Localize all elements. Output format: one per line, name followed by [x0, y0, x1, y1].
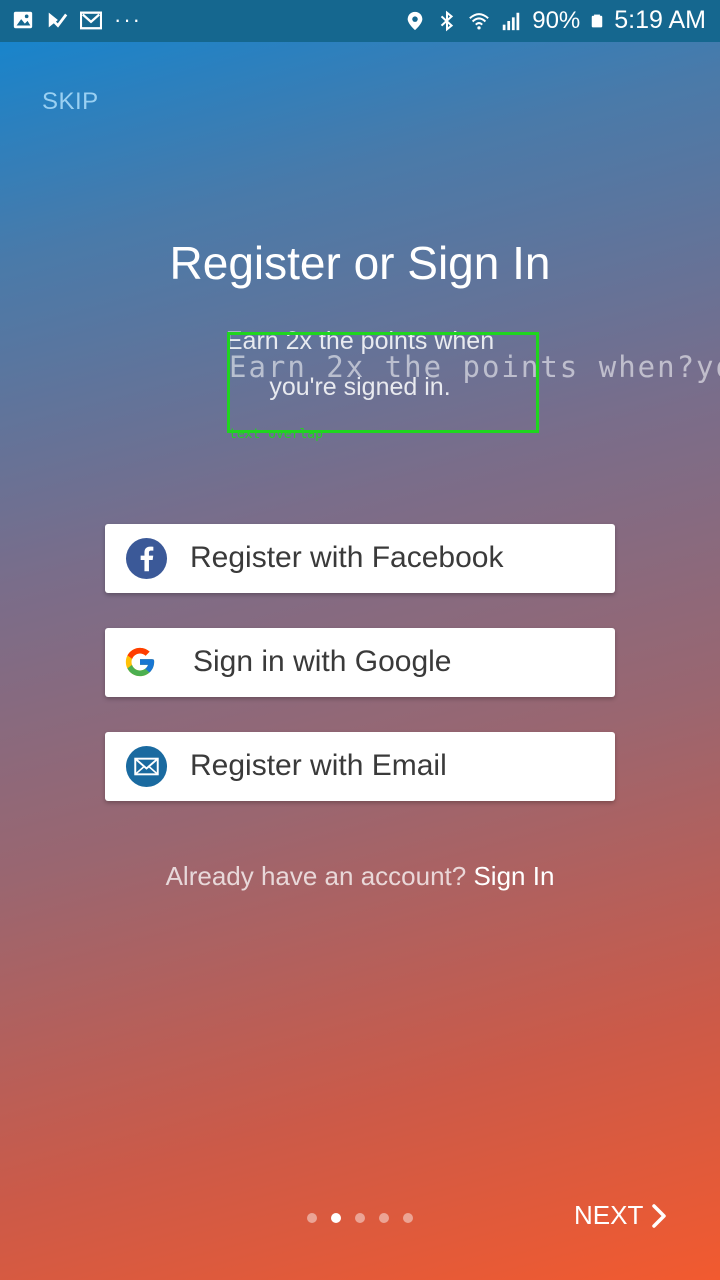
- wifi-icon: [469, 12, 490, 30]
- status-bar-right: 90% 5:19 AM: [404, 6, 706, 35]
- sign-in-google-button[interactable]: Sign in with Google: [105, 628, 615, 697]
- next-label: NEXT: [574, 1200, 644, 1230]
- clock: 5:19 AM: [614, 6, 706, 34]
- notification-overflow: ···: [114, 7, 142, 32]
- page-dot: [379, 1213, 389, 1223]
- gmail-icon: [80, 11, 102, 30]
- gallery-icon: [13, 11, 33, 29]
- page-dot-active: [331, 1213, 341, 1223]
- register-facebook-label: Register with Facebook: [190, 541, 504, 574]
- bluetooth-icon: [441, 10, 454, 31]
- sign-in-link[interactable]: Sign In: [473, 861, 554, 891]
- page-indicator: [307, 1213, 413, 1223]
- onboarding-screen: ··· 90% 5:19 AM SKIP Register or Sign In…: [0, 0, 720, 1280]
- existing-account-prompt: Already have an account? Sign In: [0, 861, 720, 892]
- status-bar: ··· 90% 5:19 AM: [0, 0, 720, 42]
- page-dot: [403, 1213, 413, 1223]
- google-icon: [125, 647, 155, 677]
- page-title: Register or Sign In: [169, 237, 551, 289]
- email-icon: [125, 745, 168, 788]
- register-email-button[interactable]: Register with Email: [105, 732, 615, 801]
- register-email-label: Register with Email: [190, 749, 447, 782]
- sign-in-google-label: Sign in with Google: [193, 645, 452, 678]
- location-icon: [407, 11, 423, 30]
- next-button[interactable]: NEXT: [574, 1200, 667, 1231]
- battery-percent: 90%: [532, 6, 581, 34]
- page-dot: [307, 1213, 317, 1223]
- overlap-label: text overlap: [229, 427, 323, 442]
- status-bar-left: ···: [12, 9, 142, 31]
- overlap-highlight-box: [227, 332, 539, 433]
- register-facebook-button[interactable]: Register with Facebook: [105, 524, 615, 593]
- existing-account-text: Already have an account?: [165, 861, 467, 891]
- battery-icon: [592, 14, 603, 27]
- signal-icon: [502, 12, 520, 30]
- facebook-icon: [125, 537, 168, 580]
- chevron-right-icon: [652, 1203, 667, 1228]
- skip-button[interactable]: SKIP: [42, 88, 99, 116]
- checkmark-icon: [48, 12, 68, 28]
- page-dot: [355, 1213, 365, 1223]
